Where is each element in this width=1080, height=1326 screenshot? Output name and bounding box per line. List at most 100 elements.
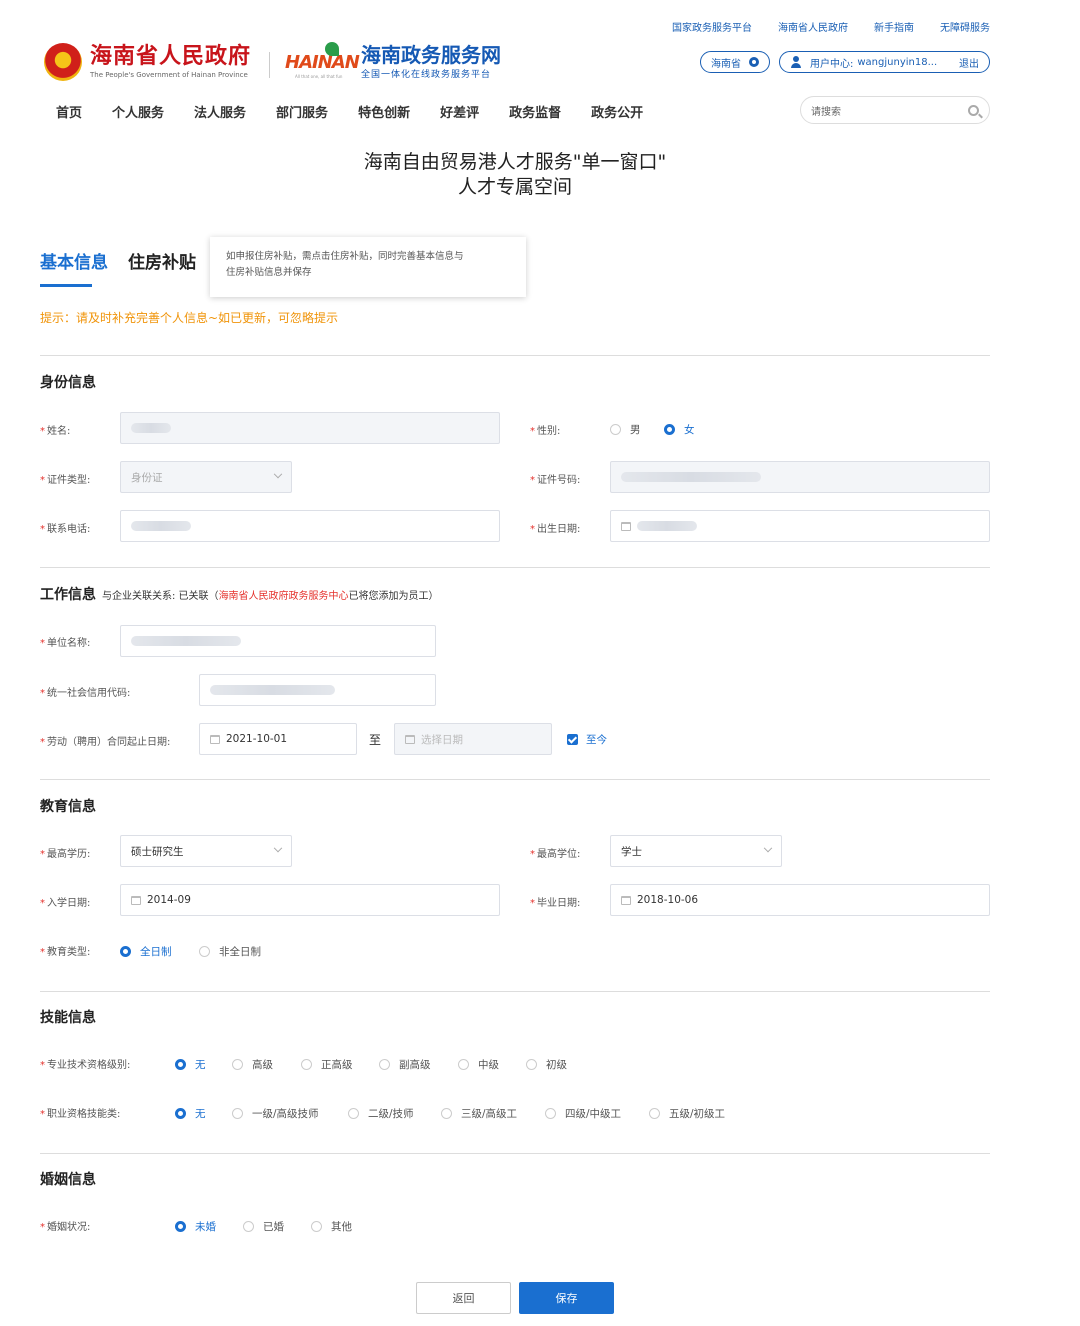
radio-icon [232,1108,243,1119]
link-hainan-gov[interactable]: 海南省人民政府 [778,19,848,34]
tab-basic-info[interactable]: 基本信息 [40,248,108,273]
link-national-platform[interactable]: 国家政务服务平台 [672,19,752,34]
radio-icon [232,1059,243,1070]
calendar-icon [405,734,415,744]
marital-single-radio[interactable]: 未婚 [175,1219,216,1234]
section-marriage-title: 婚姻信息 [40,1172,96,1188]
nav-legal[interactable]: 法人服务 [194,102,246,121]
active-tab-indicator [40,284,92,287]
birth-label: * 出生日期: [530,524,581,535]
voc-level5-radio[interactable]: 五级/初级工 [649,1106,725,1121]
radio-icon [610,424,621,435]
radio-icon [199,946,210,957]
nav-home[interactable]: 首页 [56,102,82,121]
edu-level-select[interactable]: 硕士研究生 [120,835,292,867]
link-accessibility[interactable]: 无障碍服务 [940,19,990,34]
marital-married-radio[interactable]: 已婚 [243,1219,284,1234]
section-work-title: 工作信息 与企业关联关系: 已关联（ 海南省人民政府政务服务中心 已将您添加为员… [40,587,439,603]
radio-icon [458,1059,469,1070]
id-type-select[interactable]: 身份证 [120,461,292,493]
gender-label: * 性别: [530,426,561,437]
tech-full-senior-radio[interactable]: 正高级 [301,1057,353,1072]
contract-start-field[interactable]: 2021-10-01 [199,723,357,755]
enroll-date-field[interactable]: 2014-09 [120,884,500,916]
region-label: 海南省 [711,58,741,70]
region-selector[interactable]: 海南省 [700,51,770,73]
voc-level4-radio[interactable]: 四级/中级工 [545,1106,621,1121]
radio-icon [301,1059,312,1070]
radio-checked-icon [175,1221,186,1232]
until-now-checkbox[interactable]: 至今 [567,732,607,747]
phone-field[interactable] [120,510,500,542]
edu-fulltime-radio[interactable]: 全日制 [120,944,172,959]
link-guide[interactable]: 新手指南 [874,19,914,34]
marital-other-radio[interactable]: 其他 [311,1219,352,1234]
search-input[interactable]: 请搜索 [800,96,990,124]
name-field[interactable] [120,412,500,444]
radio-icon [545,1108,556,1119]
hainan-mark-icon: HAINAN All that one, all that fun [285,42,360,80]
tab-housing-subsidy[interactable]: 住房补贴 [128,248,196,273]
enroll-label: * 入学日期: [40,898,91,909]
user-center[interactable]: 用户中心: wangjunyin18... 退出 [779,51,990,73]
radio-icon [649,1108,660,1119]
unit-field[interactable] [120,625,436,657]
grad-date-field[interactable]: 2018-10-06 [610,884,990,916]
update-hint: 提示：请及时补充完善个人信息~如已更新，可忽略提示 [40,311,339,325]
vocational-label: * 职业资格技能类: [40,1109,121,1120]
related-org: 海南省人民政府政务服务中心 [218,591,349,602]
gov-name-en: The People's Government of Hainan Provin… [90,71,248,79]
gender-male-radio[interactable]: 男 [610,422,641,437]
date-range-separator: 至 [369,733,382,747]
main-nav: 首页 个人服务 法人服务 部门服务 特色创新 好差评 政务监督 政务公开 [56,102,673,121]
birth-date-field[interactable] [610,510,990,542]
nav-innovation[interactable]: 特色创新 [358,102,410,121]
credit-code-field[interactable] [199,674,436,706]
save-button[interactable]: 保存 [519,1282,614,1314]
voc-level2-radio[interactable]: 二级/技师 [348,1106,414,1121]
degree-label: * 最高学位: [530,849,581,860]
tech-senior-radio[interactable]: 高级 [232,1057,273,1072]
section-education-title: 教育信息 [40,799,96,815]
hainan-service-logo[interactable]: HAINAN All that one, all that fun 海南政务服务… [285,42,501,80]
section-skills-title: 技能信息 [40,1010,96,1026]
voc-level3-radio[interactable]: 三级/高级工 [441,1106,517,1121]
gender-female-radio[interactable]: 女 [664,422,695,437]
phone-label: * 联系电话: [40,524,91,535]
search-icon[interactable] [968,104,979,116]
voc-none-radio[interactable]: 无 [175,1106,206,1121]
gov-logo[interactable]: 海南省人民政府 The People's Government of Haina… [44,43,251,81]
voc-level1-radio[interactable]: 一级/高级技师 [232,1106,319,1121]
top-links: 国家政务服务平台 海南省人民政府 新手指南 无障碍服务 [672,19,990,34]
tech-none-radio[interactable]: 无 [175,1057,206,1072]
contract-end-field[interactable]: 选择日期 [394,723,552,755]
nav-supervision[interactable]: 政务监督 [509,102,561,121]
logout-link[interactable]: 退出 [959,55,979,70]
radio-icon [243,1221,254,1232]
hainan-service-sub: 全国一体化在线政务服务平台 [361,69,492,80]
tech-deputy-senior-radio[interactable]: 副高级 [379,1057,431,1072]
divider [40,1153,990,1154]
calendar-icon [210,734,220,744]
id-type-label: * 证件类型: [40,475,91,486]
chevron-down-icon [273,843,283,853]
degree-select[interactable]: 学士 [610,835,782,867]
nav-personal[interactable]: 个人服务 [112,102,164,121]
chevron-down-icon [763,843,773,853]
nav-review[interactable]: 好差评 [440,102,479,121]
tech-junior-radio[interactable]: 初级 [526,1057,567,1072]
nav-public[interactable]: 政务公开 [591,102,643,121]
edu-type-label: * 教育类型: [40,947,91,958]
divider [40,567,990,568]
back-button[interactable]: 返回 [416,1282,511,1314]
divider [40,355,990,356]
radio-icon [348,1108,359,1119]
radio-icon [379,1059,390,1070]
id-no-field[interactable] [610,461,990,493]
tech-intermediate-radio[interactable]: 中级 [458,1057,499,1072]
nav-department[interactable]: 部门服务 [276,102,328,121]
marital-status-label: * 婚姻状况: [40,1222,91,1233]
checkbox-checked-icon [567,734,578,745]
edu-parttime-radio[interactable]: 非全日制 [199,944,261,959]
radio-icon [311,1221,322,1232]
